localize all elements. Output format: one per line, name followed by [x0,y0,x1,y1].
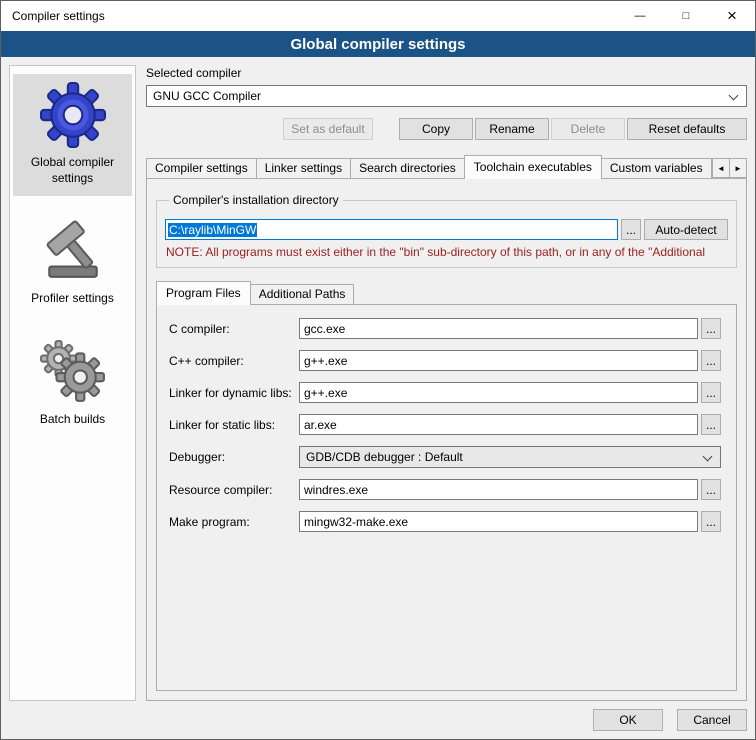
form-row-dynamic-linker: Linker for dynamic libs: ... [169,382,721,403]
maximize-button[interactable]: □ [663,1,709,31]
compiler-gear-icon [40,82,106,148]
sidebar-item-label: Global compiler settings [15,155,130,186]
arrow-left-icon: ◄ [717,164,725,173]
tab-scroll-right-button[interactable]: ► [729,158,747,178]
dynamic-linker-browse-button[interactable]: ... [701,382,721,403]
tab-program-files[interactable]: Program Files [156,281,251,305]
tab-search-directories[interactable]: Search directories [350,158,465,178]
selected-compiler-combobox[interactable]: GNU GCC Compiler [146,85,747,107]
rename-button[interactable]: Rename [475,118,549,140]
copy-button[interactable]: Copy [399,118,473,140]
minimize-icon: — [635,10,646,22]
window-title: Compiler settings [1,1,617,31]
dynamic-linker-label: Linker for dynamic libs: [169,386,299,400]
minimize-button[interactable]: — [617,1,663,31]
sidebar-item-global-compiler-settings[interactable]: Global compiler settings [13,74,132,196]
auto-detect-button[interactable]: Auto-detect [644,219,728,240]
settings-sidebar: Global compiler settings Profiler settin… [9,65,136,701]
sidebar-item-label: Batch builds [40,412,105,428]
cpp-compiler-input[interactable] [299,350,698,371]
close-icon: × [727,6,737,26]
settings-tabstrip: Compiler settings Linker settings Search… [146,154,747,179]
form-row-cpp-compiler: C++ compiler: ... [169,350,721,371]
toolchain-executables-panel: Compiler's installation directory C:\ray… [146,178,747,701]
titlebar: Compiler settings — □ × [1,1,755,31]
arrow-right-icon: ► [734,164,742,173]
static-linker-label: Linker for static libs: [169,418,299,432]
resource-compiler-input[interactable] [299,479,698,500]
debugger-label: Debugger: [169,450,299,464]
installation-directory-group: Compiler's installation directory C:\ray… [156,193,737,268]
dynamic-linker-input[interactable] [299,382,698,403]
tab-additional-paths[interactable]: Additional Paths [250,284,355,304]
sidebar-item-profiler-settings[interactable]: Profiler settings [13,210,132,317]
maximize-icon: □ [683,10,690,22]
static-linker-browse-button[interactable]: ... [701,414,721,435]
tab-linker-settings[interactable]: Linker settings [256,158,351,178]
form-row-debugger: Debugger: GDB/CDB debugger : Default [169,446,721,468]
tab-scroll-buttons: ◄ ► [712,158,747,178]
profiler-tool-icon [40,218,106,284]
resource-compiler-browse-button[interactable]: ... [701,479,721,500]
make-program-label: Make program: [169,515,299,529]
program-files-panel: C compiler: ... C++ compiler: ... Linker… [156,304,737,691]
installation-directory-legend: Compiler's installation directory [169,193,343,207]
browse-directory-button[interactable]: ... [621,219,641,240]
delete-button[interactable]: Delete [551,118,625,140]
selected-compiler-value: GNU GCC Compiler [153,89,261,103]
compiler-actions: Set as default Copy Rename Delete Reset … [146,118,747,140]
tab-custom-variables[interactable]: Custom variables [601,158,712,178]
selected-compiler-label: Selected compiler [146,66,747,80]
close-button[interactable]: × [709,1,755,31]
c-compiler-browse-button[interactable]: ... [701,318,721,339]
form-row-static-linker: Linker for static libs: ... [169,414,721,435]
debugger-combobox[interactable]: GDB/CDB debugger : Default [299,446,721,468]
installation-directory-value: C:\raylib\MinGW [168,223,257,237]
form-row-resource-compiler: Resource compiler: ... [169,479,721,500]
make-program-browse-button[interactable]: ... [701,511,721,532]
installation-directory-input[interactable]: C:\raylib\MinGW [165,219,618,240]
bin-subdirectory-note: NOTE: All programs must exist either in … [166,245,727,259]
cpp-compiler-label: C++ compiler: [169,354,299,368]
sidebar-item-label: Profiler settings [31,291,114,307]
chevron-down-icon [729,91,739,101]
tab-compiler-settings[interactable]: Compiler settings [146,158,257,178]
form-row-make-program: Make program: ... [169,511,721,532]
c-compiler-label: C compiler: [169,322,299,336]
chevron-down-icon [703,452,713,462]
tab-scroll-left-button[interactable]: ◄ [712,158,730,178]
cancel-button[interactable]: Cancel [677,709,747,731]
reset-defaults-button[interactable]: Reset defaults [627,118,747,140]
resource-compiler-label: Resource compiler: [169,483,299,497]
compiler-settings-window: Compiler settings — □ × Global compiler … [0,0,756,740]
static-linker-input[interactable] [299,414,698,435]
sidebar-item-batch-builds[interactable]: Batch builds [13,331,132,438]
debugger-value: GDB/CDB debugger : Default [306,450,463,464]
tab-toolchain-executables[interactable]: Toolchain executables [464,155,602,179]
batch-gears-icon [40,339,106,405]
main-panel: Selected compiler GNU GCC Compiler Set a… [146,65,747,701]
set-as-default-button[interactable]: Set as default [283,118,373,140]
window-controls: — □ × [617,1,755,31]
ok-button[interactable]: OK [593,709,663,731]
page-title: Global compiler settings [1,31,755,57]
dialog-content: Global compiler settings Profiler settin… [1,57,755,739]
form-row-c-compiler: C compiler: ... [169,318,721,339]
make-program-input[interactable] [299,511,698,532]
dialog-footer: OK Cancel [9,701,747,731]
program-files-tabstrip: Program Files Additional Paths [156,280,737,305]
c-compiler-input[interactable] [299,318,698,339]
cpp-compiler-browse-button[interactable]: ... [701,350,721,371]
